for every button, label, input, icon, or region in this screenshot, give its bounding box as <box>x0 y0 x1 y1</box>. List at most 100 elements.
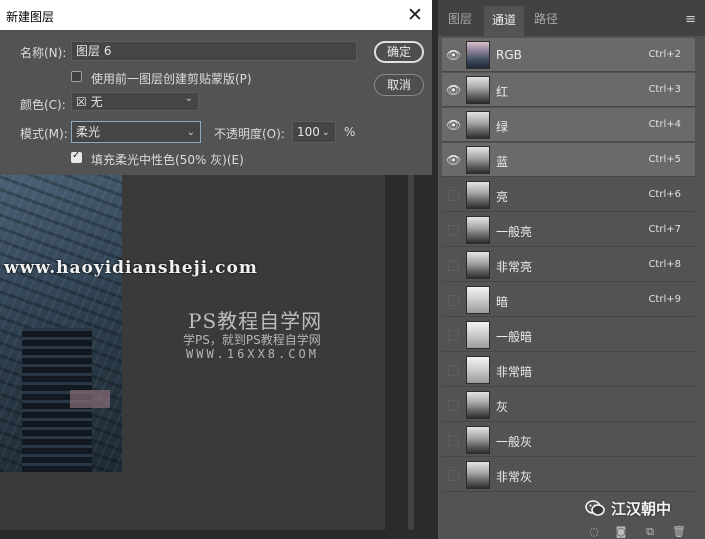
blend-mode-value: 柔光 <box>76 125 101 139</box>
opacity-label: 不透明度(O): <box>214 127 285 141</box>
cancel-button[interactable]: 取消 <box>374 74 424 96</box>
watermark-url: www.haoyidiansheji.com <box>4 258 258 278</box>
channel-thumbnail <box>466 286 490 314</box>
channel-shortcut: Ctrl+9 <box>648 294 681 305</box>
visibility-toggle[interactable] <box>448 225 459 236</box>
blend-mode-select[interactable]: 柔光 ⌄ <box>71 121 201 143</box>
color-select-value: 无 <box>90 95 103 109</box>
watermark-subtitle: 学PS，就到PS教程自学网 <box>183 333 321 347</box>
channel-name: 一般灰 <box>496 435 533 449</box>
new-layer-dialog: 新建图层 ✕ 名称(N): 图层 6 使用前一图层创建剪贴蒙版(P) 颜色(C)… <box>0 0 432 175</box>
city-photo <box>0 160 122 472</box>
wechat-icon <box>585 500 605 516</box>
channel-row[interactable]: 👁 蓝 Ctrl+5 <box>442 143 695 177</box>
opacity-value: 100 <box>297 125 320 139</box>
visibility-toggle[interactable] <box>448 295 459 306</box>
dialog-title: 新建图层 <box>6 10 55 24</box>
channel-name: 绿 <box>496 120 509 134</box>
channel-row[interactable]: 暗 Ctrl+9 <box>442 283 695 317</box>
channel-name: 一般暗 <box>496 330 533 344</box>
channel-row[interactable]: 灰 <box>442 388 695 422</box>
channel-thumbnail <box>466 76 490 104</box>
channel-thumbnail <box>466 461 490 489</box>
channel-shortcut: Ctrl+4 <box>648 119 681 130</box>
eye-icon[interactable]: 👁 <box>446 118 461 132</box>
channel-thumbnail <box>466 181 490 209</box>
channel-thumbnail <box>466 321 490 349</box>
channel-name: 非常暗 <box>496 365 533 379</box>
channel-name: 灰 <box>496 400 509 414</box>
opacity-input[interactable]: 100 ⌄ <box>292 121 336 143</box>
color-select[interactable]: ☒ 无 ⌄ <box>71 92 199 111</box>
channels-panel: 图层 通道 路径 ≡ 👁 RGB Ctrl+2 👁 红 Ctrl+3 👁 绿 Ctrl+4 👁 蓝 C… <box>438 0 705 539</box>
color-label: 颜色(C): <box>20 98 66 112</box>
channel-row[interactable]: 👁 红 Ctrl+3 <box>442 73 695 107</box>
channel-name: 红 <box>496 85 509 99</box>
tab-layers[interactable]: 图层 <box>448 10 472 27</box>
close-icon[interactable]: ✕ <box>404 4 426 26</box>
panel-bottom-toolbar: ◌ ◙ ⧉ 🗑 <box>438 522 705 539</box>
channel-row[interactable]: 一般灰 <box>442 423 695 457</box>
chevron-down-icon: ⌄ <box>184 93 193 104</box>
no-color-swatch-icon: ☒ <box>76 95 87 109</box>
chevron-down-icon: ⌄ <box>186 127 195 138</box>
visibility-toggle[interactable] <box>448 190 459 201</box>
channel-name: 亮 <box>496 190 509 204</box>
channel-row[interactable]: 非常暗 <box>442 353 695 387</box>
dialog-titlebar: 新建图层 ✕ <box>0 0 432 30</box>
mode-label: 模式(M): <box>20 127 68 141</box>
channel-shortcut: Ctrl+8 <box>648 259 681 270</box>
watermark-site: WWW.16XX8.COM <box>186 347 319 361</box>
channel-row[interactable]: 👁 RGB Ctrl+2 <box>442 38 695 72</box>
visibility-toggle[interactable] <box>448 260 459 271</box>
channel-row[interactable]: 一般暗 <box>442 318 695 352</box>
channel-thumbnail <box>466 146 490 174</box>
eye-icon[interactable]: 👁 <box>446 48 461 62</box>
fill-neutral-checkbox[interactable] <box>71 150 82 163</box>
tab-channels[interactable]: 通道 <box>484 6 525 36</box>
channel-thumbnail <box>466 41 490 69</box>
channel-name: 蓝 <box>496 155 509 169</box>
trash-icon[interactable]: 🗑 <box>672 526 686 538</box>
tab-paths[interactable]: 路径 <box>534 10 558 27</box>
channel-name: 一般亮 <box>496 225 533 239</box>
channel-row[interactable]: 亮 Ctrl+6 <box>442 178 695 212</box>
channel-name: 非常灰 <box>496 470 533 484</box>
channel-thumbnail <box>466 391 490 419</box>
channel-thumbnail <box>466 426 490 454</box>
layer-name-input[interactable]: 图层 6 <box>71 41 357 61</box>
clip-mask-label: 使用前一图层创建剪贴蒙版(P) <box>91 72 252 86</box>
channel-shortcut: Ctrl+7 <box>648 224 681 235</box>
opacity-unit: % <box>344 125 356 139</box>
panel-menu-icon[interactable]: ≡ <box>685 12 696 27</box>
panel-tabs: 图层 通道 路径 ≡ <box>438 0 705 36</box>
scrollbar-thumb[interactable] <box>408 160 414 530</box>
eye-icon[interactable]: 👁 <box>446 153 461 167</box>
new-channel-icon[interactable]: ⧉ <box>644 526 656 538</box>
dotted-circle-icon[interactable]: ◌ <box>588 526 600 538</box>
chevron-down-icon[interactable]: ⌄ <box>322 123 330 143</box>
channel-thumbnail <box>466 251 490 279</box>
channel-shortcut: Ctrl+5 <box>648 154 681 165</box>
eye-icon[interactable]: 👁 <box>446 83 461 97</box>
visibility-toggle[interactable] <box>448 365 459 376</box>
channel-thumbnail <box>466 356 490 384</box>
channel-thumbnail <box>466 111 490 139</box>
channel-row[interactable]: 非常灰 <box>442 458 695 492</box>
channel-shortcut: Ctrl+6 <box>648 189 681 200</box>
mask-icon[interactable]: ◙ <box>615 526 627 538</box>
channel-row[interactable]: 一般亮 Ctrl+7 <box>442 213 695 247</box>
channel-name: RGB <box>496 48 522 62</box>
channel-row[interactable]: 👁 绿 Ctrl+4 <box>442 108 695 142</box>
channel-shortcut: Ctrl+2 <box>648 49 681 60</box>
clip-mask-checkbox[interactable] <box>71 71 82 82</box>
ok-button[interactable]: 确定 <box>374 41 424 63</box>
wechat-account-label: 江汉朝中 <box>611 500 672 518</box>
channel-row[interactable]: 非常亮 Ctrl+8 <box>442 248 695 282</box>
visibility-toggle[interactable] <box>448 435 459 446</box>
channel-shortcut: Ctrl+3 <box>648 84 681 95</box>
visibility-toggle[interactable] <box>448 470 459 481</box>
visibility-toggle[interactable] <box>448 330 459 341</box>
channel-name: 暗 <box>496 295 509 309</box>
visibility-toggle[interactable] <box>448 400 459 411</box>
